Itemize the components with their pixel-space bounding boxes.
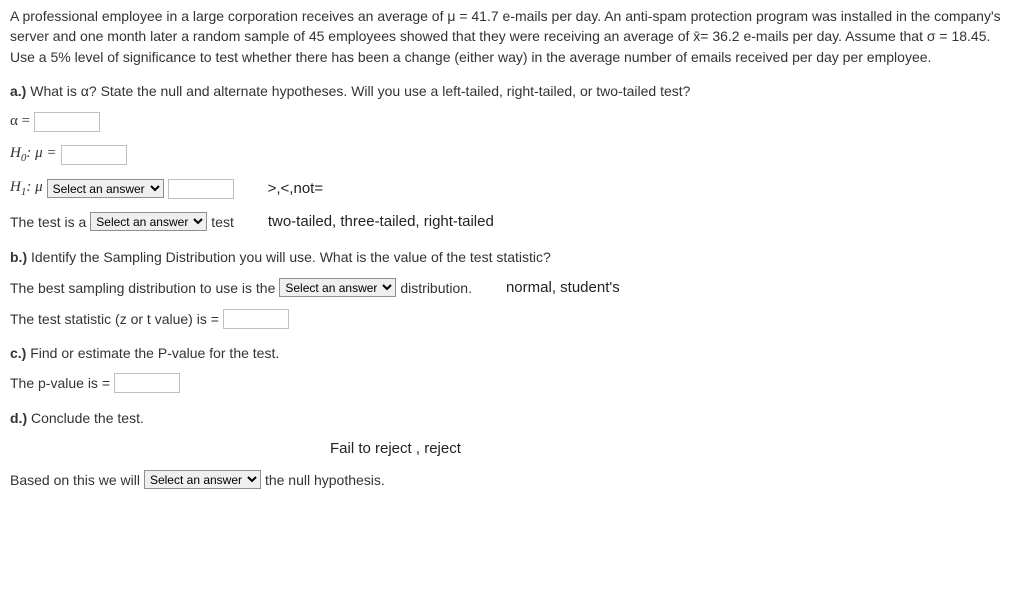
h0-row: H0: μ = (10, 143, 1014, 167)
conclusion-select[interactable]: Select an answer (144, 470, 261, 489)
test-type-hint: two-tailed, three-tailed, right-tailed (268, 211, 494, 233)
conclusion-suffix: the null hypothesis. (265, 470, 385, 490)
pvalue-label: The p-value is = (10, 373, 110, 393)
part-d-label: d.) (10, 410, 27, 426)
conclusion-row: Based on this we will Select an answer t… (10, 470, 1014, 490)
part-a-prompt: a.) What is α? State the null and altern… (10, 81, 1014, 101)
conclusion-hint: Fail to reject , reject (330, 438, 1014, 460)
test-suffix: test (211, 212, 234, 232)
part-a-text: What is α? State the null and alternate … (26, 83, 690, 99)
alpha-label: α = (10, 111, 30, 133)
part-a-label: a.) (10, 83, 26, 99)
test-stat-input[interactable] (223, 309, 289, 329)
alpha-input[interactable] (34, 112, 100, 132)
h1-row: H1: μ Select an answer >,<,not= (10, 177, 1014, 201)
test-type-select[interactable]: Select an answer (90, 212, 207, 231)
test-prefix: The test is a (10, 212, 86, 232)
h0-input[interactable] (61, 145, 127, 165)
part-d-text: Conclude the test. (27, 410, 144, 426)
part-c-prompt: c.) Find or estimate the P-value for the… (10, 343, 1014, 363)
distribution-select[interactable]: Select an answer (279, 278, 396, 297)
problem-statement: A professional employee in a large corpo… (10, 6, 1014, 67)
conclusion-prefix: Based on this we will (10, 470, 140, 490)
h1-symbol: H1: μ (10, 177, 43, 201)
dist-prefix: The best sampling distribution to use is… (10, 278, 275, 298)
part-c-label: c.) (10, 345, 26, 361)
part-d-prompt: d.) Conclude the test. (10, 408, 1014, 428)
alpha-row: α = (10, 111, 1014, 133)
distribution-hint: normal, student's (506, 277, 620, 299)
h1-value-input[interactable] (168, 179, 234, 199)
pvalue-row: The p-value is = (10, 373, 1014, 393)
h1-operator-select[interactable]: Select an answer (47, 179, 164, 198)
test-type-row: The test is a Select an answer test two-… (10, 211, 1014, 233)
distribution-row: The best sampling distribution to use is… (10, 277, 1014, 299)
pvalue-input[interactable] (114, 373, 180, 393)
test-stat-label: The test statistic (z or t value) is = (10, 309, 219, 329)
h1-hint: >,<,not= (268, 178, 323, 200)
part-b-label: b.) (10, 249, 27, 265)
part-b-prompt: b.) Identify the Sampling Distribution y… (10, 247, 1014, 267)
dist-suffix: distribution. (400, 278, 472, 298)
h0-symbol: H0: μ = (10, 143, 57, 167)
test-stat-row: The test statistic (z or t value) is = (10, 309, 1014, 329)
part-c-text: Find or estimate the P-value for the tes… (26, 345, 279, 361)
part-b-text: Identify the Sampling Distribution you w… (27, 249, 551, 265)
